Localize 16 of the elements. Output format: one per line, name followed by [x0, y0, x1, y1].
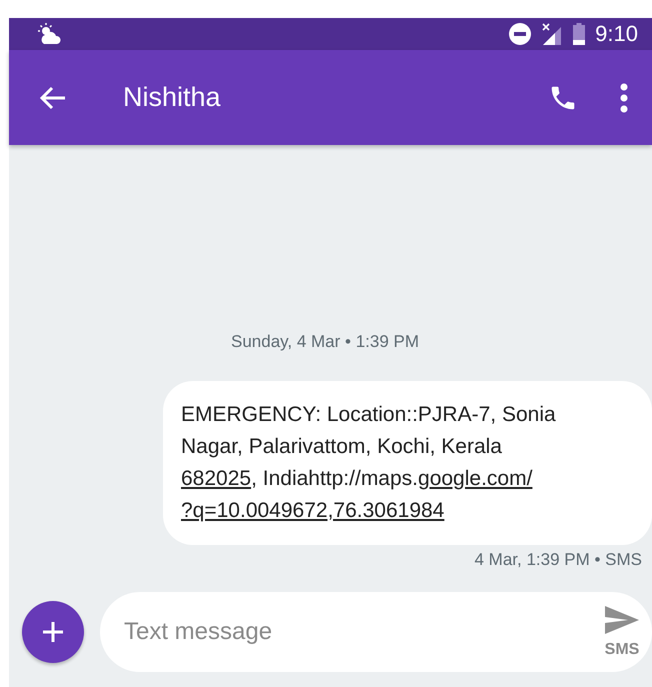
- message-link[interactable]: ?q=10.0049672,76.3061984: [181, 495, 444, 527]
- message-text: EMERGENCY: Location::PJRA-7, Sonia Nagar, Palarivattom, Kochi, Kerala 682025, Indiahttp://maps.google.com/ ?q=10.0049672,76.3061984: [181, 399, 573, 527]
- message-timestamp: 4 Mar, 1:39 PM • SMS: [474, 550, 642, 570]
- message-link[interactable]: 682025: [181, 463, 252, 495]
- signal-icon: [541, 23, 564, 45]
- clock-time: 9:10: [595, 21, 638, 47]
- plus-icon: [42, 621, 64, 643]
- attach-plus-button[interactable]: [22, 601, 84, 663]
- contact-name: Nishitha: [123, 82, 222, 113]
- more-options-icon[interactable]: [620, 82, 628, 112]
- battery-icon: [573, 23, 586, 45]
- back-arrow-icon[interactable]: [39, 86, 67, 110]
- do-not-disturb-icon: [509, 23, 532, 45]
- message-link[interactable]: google.com/: [418, 463, 532, 495]
- weather-icon: [37, 22, 63, 46]
- date-divider: Sunday, 4 Mar • 1:39 PM: [231, 332, 420, 352]
